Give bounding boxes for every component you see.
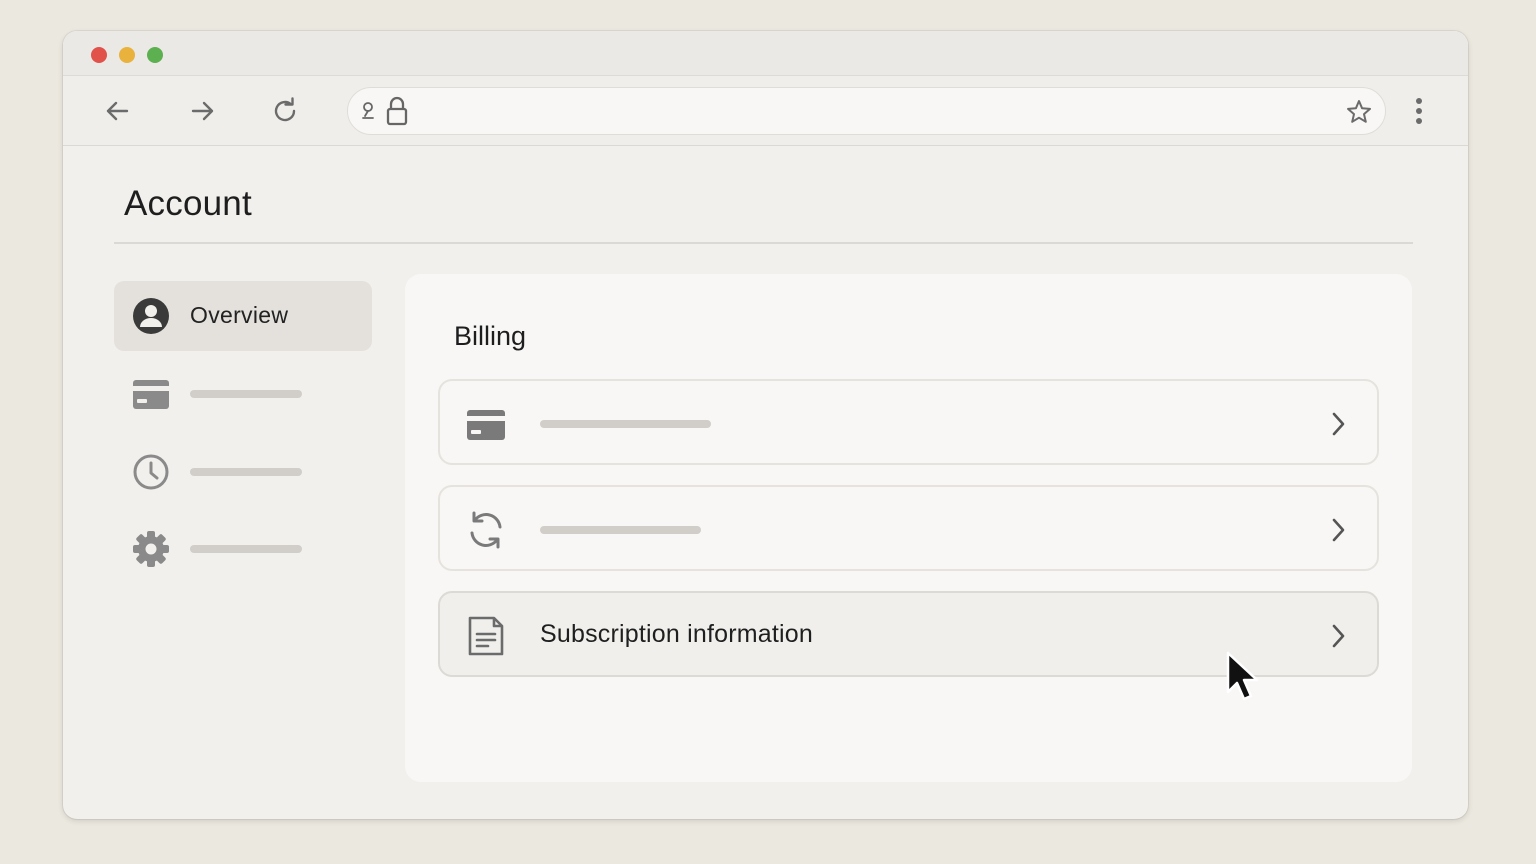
sidebar-item-history[interactable] (114, 437, 372, 507)
chevron-right-icon (1332, 624, 1345, 648)
gear-icon (133, 531, 169, 567)
billing-row-renewal[interactable] (438, 485, 1379, 571)
row-label: Subscription information (540, 620, 813, 648)
browser-toolbar (63, 76, 1468, 146)
close-window-button[interactable] (91, 47, 107, 63)
user-circle-icon (133, 298, 169, 334)
chevron-right-icon (1332, 412, 1345, 436)
credit-card-icon (133, 380, 169, 409)
address-bar[interactable] (347, 87, 1386, 135)
chevron-right-icon (1332, 518, 1345, 542)
back-button[interactable] (102, 96, 132, 126)
title-divider (114, 242, 1413, 244)
reload-button[interactable] (270, 96, 300, 126)
page-title: Account (124, 184, 252, 223)
sidebar-item-placeholder (190, 390, 302, 398)
reload-icon (274, 97, 296, 122)
billing-title: Billing (454, 321, 527, 351)
row-label-placeholder (540, 526, 701, 534)
billing-row-payment-method[interactable] (438, 379, 1379, 465)
sidebar-item-payment[interactable] (114, 359, 372, 429)
row-label-placeholder (540, 420, 711, 428)
forward-button[interactable] (188, 96, 218, 126)
sidebar-item-placeholder (190, 468, 302, 476)
mouse-pointer-icon (1226, 651, 1259, 701)
refresh-cycle-icon (470, 511, 502, 549)
sidebar-item-placeholder (190, 545, 302, 553)
maximize-window-button[interactable] (147, 47, 163, 63)
arrow-right-icon (191, 101, 214, 121)
minimize-window-button[interactable] (119, 47, 135, 63)
sidebar-item-overview[interactable]: Overview (114, 281, 372, 351)
sidebar-item-label: Overview (190, 302, 289, 328)
lock-icon[interactable] (385, 96, 409, 126)
star-icon[interactable] (1345, 98, 1373, 126)
clock-icon (133, 454, 169, 490)
tune-icon[interactable] (360, 101, 378, 121)
document-icon (468, 616, 504, 656)
kebab-menu-icon[interactable] (1405, 94, 1433, 128)
arrow-left-icon (106, 101, 129, 121)
sidebar-item-settings[interactable] (114, 514, 372, 584)
title-bar (63, 31, 1468, 76)
credit-card-icon (467, 410, 505, 440)
